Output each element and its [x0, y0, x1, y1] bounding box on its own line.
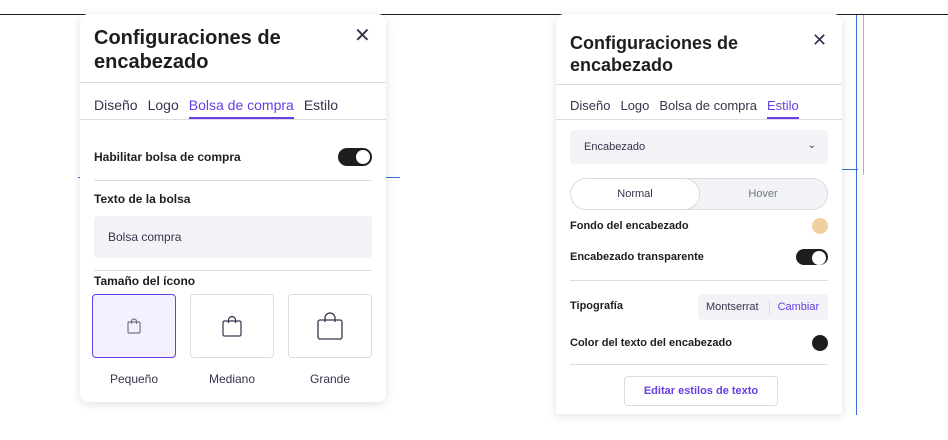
state-tab-hover[interactable]: Hover: [699, 179, 827, 209]
change-font-link[interactable]: Cambiar: [770, 301, 820, 313]
tab-bar: Diseño Logo Bolsa de compra Estilo: [80, 82, 386, 120]
typography-label: Tipografía: [570, 300, 623, 312]
size-option-large[interactable]: [288, 294, 372, 358]
background-vertical-line: [863, 15, 864, 175]
size-option-medium[interactable]: [190, 294, 274, 358]
bag-text-label: Texto de la bolsa: [94, 192, 191, 206]
font-name: Montserrat: [706, 300, 770, 314]
background-blue-line-right: [842, 169, 858, 170]
header-bg-label: Fondo del encabezado: [570, 220, 689, 232]
header-bg-color-swatch[interactable]: [812, 218, 828, 234]
section-select-value: Encabezado: [584, 141, 646, 153]
tab-diseno[interactable]: Diseño: [94, 97, 138, 119]
size-label-medium: Mediano: [208, 372, 256, 386]
close-icon[interactable]: ✕: [354, 26, 371, 46]
size-label-large: Grande: [309, 372, 351, 386]
tab-logo[interactable]: Logo: [148, 97, 179, 119]
size-label-small: Pequeño: [109, 372, 159, 386]
state-tab-normal[interactable]: Normal: [571, 179, 700, 209]
tab-diseno[interactable]: Diseño: [570, 98, 610, 119]
enable-cart-toggle[interactable]: [338, 148, 372, 166]
divider: [570, 280, 828, 281]
enable-cart-label: Habilitar bolsa de compra: [94, 150, 241, 164]
edit-text-styles-button[interactable]: Editar estilos de texto: [624, 376, 778, 406]
section-select[interactable]: Encabezado ⌄: [570, 130, 828, 164]
transparent-header-toggle[interactable]: [796, 249, 828, 265]
size-option-small[interactable]: [92, 294, 176, 358]
text-color-label: Color del texto del encabezado: [570, 337, 732, 349]
typography-control: Montserrat Cambiar: [698, 294, 828, 320]
header-settings-panel-right: Configuraciones de encabezado ✕ Diseño L…: [556, 14, 842, 414]
divider: [94, 270, 372, 271]
icon-size-label: Tamaño del ícono: [94, 274, 196, 288]
bag-text-input[interactable]: Bolsa compra: [94, 216, 372, 258]
tab-estilo[interactable]: Estilo: [766, 98, 799, 119]
tab-bolsa-de-compra[interactable]: Bolsa de compra: [659, 98, 757, 119]
tab-estilo[interactable]: Estilo: [304, 97, 338, 119]
panel-title: Configuraciones de encabezado: [94, 27, 281, 73]
text-color-swatch[interactable]: [812, 335, 828, 351]
tab-bolsa-de-compra[interactable]: Bolsa de compra: [188, 97, 294, 119]
transparent-header-label: Encabezado transparente: [570, 251, 704, 263]
background-vertical-line-blue: [856, 15, 857, 415]
shopping-bag-large-icon: [317, 312, 343, 340]
shopping-bag-small-icon: [127, 318, 141, 334]
shopping-bag-medium-icon: [222, 315, 242, 337]
panel-title: Configuraciones de encabezado: [570, 33, 739, 75]
close-icon[interactable]: ✕: [812, 30, 827, 50]
tab-logo[interactable]: Logo: [620, 98, 649, 119]
header-settings-panel-left: Configuraciones de encabezado ✕ Diseño L…: [80, 14, 386, 402]
tab-bar: Diseño Logo Bolsa de compra Estilo: [556, 84, 842, 120]
divider: [570, 364, 828, 365]
divider: [94, 180, 372, 181]
chevron-down-icon: ⌄: [807, 140, 816, 151]
state-toggle: Normal Hover: [570, 178, 828, 210]
